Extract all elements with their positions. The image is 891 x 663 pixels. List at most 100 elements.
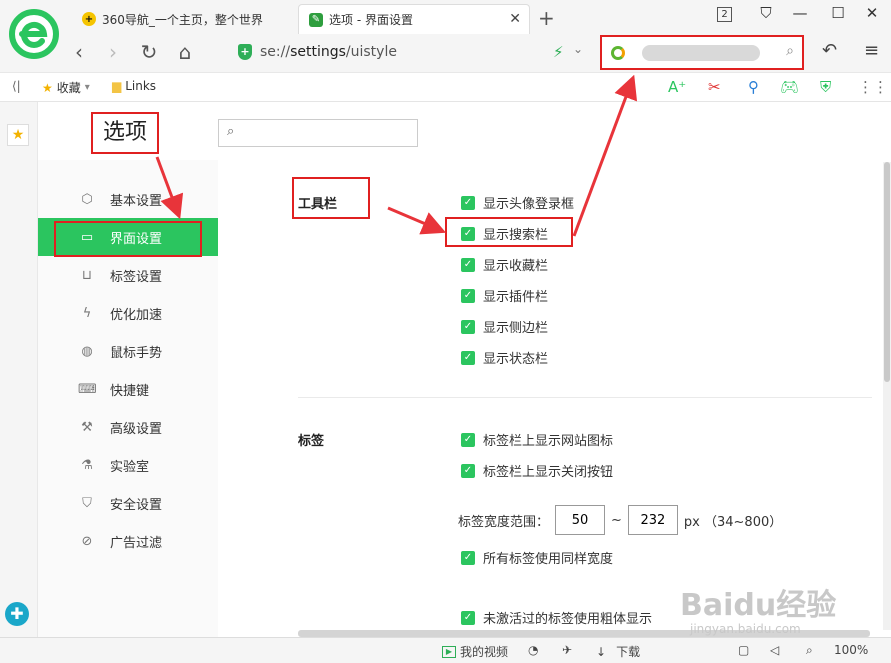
new-tab-button[interactable]: +	[538, 6, 555, 30]
option-show-avatar-login[interactable]: ✓ 显示头像登录框	[461, 193, 574, 212]
annotation-box-search-option	[445, 217, 573, 247]
address-url: se://settings/uistyle	[260, 44, 397, 60]
screenshot-extension-icon[interactable]: ✂	[708, 78, 721, 96]
zoom-level[interactable]: 100%	[834, 643, 868, 657]
nav-item-advanced[interactable]: ⚒ 高级设置	[38, 408, 218, 446]
window-mode-icon[interactable]: ▢	[738, 643, 749, 657]
checkbox-checked-icon[interactable]: ✓	[461, 550, 475, 565]
checkbox-checked-icon[interactable]: ✓	[461, 610, 475, 625]
browser-sidebar: ★ ✚	[0, 102, 38, 637]
scrollbar-thumb[interactable]	[884, 162, 890, 382]
skin-icon[interactable]: ⛉	[754, 4, 778, 22]
undo-close-icon[interactable]: ↶	[822, 40, 837, 61]
tab-count-badge[interactable]: 2	[717, 7, 732, 22]
checkbox-checked-icon[interactable]: ✓	[461, 319, 475, 334]
search-bar[interactable]: ⌕	[600, 35, 804, 70]
download-icon: ↓	[596, 644, 607, 659]
section-divider	[298, 397, 872, 398]
bookmark-links[interactable]: ▆ Links	[112, 79, 156, 93]
menu-icon[interactable]: ≡	[864, 40, 879, 61]
add-sidebar-icon[interactable]: ✚	[5, 602, 29, 626]
translate-extension-icon[interactable]: A⁺	[668, 78, 686, 96]
nav-item-security[interactable]: ⛉ 安全设置	[38, 484, 218, 522]
pin-icon[interactable]: ✈	[562, 643, 572, 657]
close-window-button[interactable]: ✕	[860, 4, 884, 22]
vertical-scrollbar[interactable]	[883, 162, 891, 630]
settings-search-input[interactable]	[245, 122, 413, 144]
more-extensions-icon[interactable]: ⋮⋮	[858, 78, 888, 96]
option-show-plugin-bar[interactable]: ✓ 显示插件栏	[461, 286, 548, 305]
tab-360-nav[interactable]: + 360导航_一个主页，整个世界	[72, 4, 296, 34]
option-show-sidebar[interactable]: ✓ 显示侧边栏	[461, 317, 548, 336]
play-icon: ▶	[442, 645, 456, 658]
option-tab-show-favicon[interactable]: ✓ 标签栏上显示网站图标	[461, 430, 613, 449]
back-button[interactable]: ‹	[66, 40, 92, 64]
wrench-favicon-icon: ✎	[309, 12, 323, 27]
search-icon: ⌕	[227, 124, 235, 139]
nav-item-lab[interactable]: ⚗ 实验室	[38, 446, 218, 484]
sidebar-toggle-icon[interactable]: ⟨|	[12, 79, 21, 93]
tab-width-max-input[interactable]	[627, 505, 678, 535]
checkbox-checked-icon[interactable]: ✓	[461, 350, 475, 365]
nav-item-adblock[interactable]: ⊘ 广告过滤	[38, 522, 218, 560]
option-show-status-bar[interactable]: ✓ 显示状态栏	[461, 348, 548, 367]
search-engine-icon[interactable]	[611, 46, 625, 60]
baidu-watermark-url: jingyan.baidu.com	[690, 622, 801, 636]
sound-icon[interactable]: ◁	[770, 643, 779, 657]
option-tab-show-close[interactable]: ✓ 标签栏上显示关闭按钮	[461, 461, 613, 480]
safe-extension-icon[interactable]: ⛨	[820, 78, 831, 96]
tab-title: 选项 - 界面设置	[329, 13, 413, 27]
download-button[interactable]: ↓ 下载	[596, 643, 640, 660]
speed-mode-icon[interactable]: ⚡	[553, 43, 564, 61]
bookmark-favorites[interactable]: ★ 收藏 ▾	[42, 79, 90, 96]
game-extension-icon[interactable]: 🎮︎	[780, 78, 799, 96]
option-show-favorites-bar[interactable]: ✓ 显示收藏栏	[461, 255, 548, 274]
shield-icon: ⛉	[82, 495, 92, 511]
checkbox-checked-icon[interactable]: ✓	[461, 463, 475, 478]
checkbox-checked-icon[interactable]: ✓	[461, 432, 475, 447]
bookmarks-bar: ⟨| ★ 收藏 ▾ ▆ Links A⁺ ✂ ⚲ 🎮︎ ⛨ ⋮⋮	[0, 72, 891, 102]
secure-shield-icon: +	[238, 44, 252, 60]
block-icon: ⊘	[81, 533, 93, 549]
my-video-button[interactable]: ▶ 我的视频	[442, 643, 508, 660]
close-icon[interactable]: ✕	[509, 11, 521, 27]
baidu-watermark-logo: Baidu经验	[680, 588, 837, 623]
search-extension-icon[interactable]: ⚲	[748, 78, 759, 96]
checkbox-checked-icon[interactable]: ✓	[461, 257, 475, 272]
tab-icon: ⊔	[81, 267, 93, 283]
chevron-down-icon[interactable]: ⌄	[573, 42, 583, 56]
browser-logo-icon	[9, 9, 59, 59]
option-bold-inactive-tabs[interactable]: ✓ 未激活过的标签使用粗体显示	[461, 608, 652, 627]
nav-item-tabs[interactable]: ⊔ 标签设置	[38, 256, 218, 294]
nav-item-shortcuts[interactable]: ⌨ 快捷键	[38, 370, 218, 408]
forward-button[interactable]: ›	[100, 40, 126, 64]
zoom-icon[interactable]: ⌕	[806, 643, 813, 658]
annotation-box-nav	[54, 221, 202, 257]
wrench-icon: ⚒	[81, 419, 93, 435]
settings-search[interactable]: ⌕	[218, 119, 418, 147]
tab-width-min-input[interactable]	[555, 505, 606, 535]
speedup-icon[interactable]: ◔	[528, 643, 538, 657]
page-title: 选项	[91, 112, 159, 154]
refresh-button[interactable]: ↻	[136, 40, 162, 64]
tab-width-unit: px （34~800）	[683, 514, 783, 530]
star-icon[interactable]: ★	[7, 124, 29, 146]
gear-icon: ⬡	[81, 191, 93, 207]
nav-item-basic[interactable]: ⬡ 基本设置	[38, 180, 218, 218]
minimize-button[interactable]: —	[788, 4, 812, 22]
tab-settings[interactable]: ✎ 选项 - 界面设置 ✕	[298, 4, 530, 34]
checkbox-checked-icon[interactable]: ✓	[461, 195, 475, 210]
chevron-down-icon: ▾	[84, 82, 90, 93]
annotation-box-toolbar	[292, 177, 370, 219]
nav-item-mouse[interactable]: ◍ 鼠标手势	[38, 332, 218, 370]
home-button[interactable]: ⌂	[172, 40, 198, 64]
bolt-icon: ϟ	[82, 305, 92, 321]
search-icon[interactable]: ⌕	[786, 43, 794, 59]
maximize-button[interactable]: ☐	[826, 4, 850, 22]
address-bar[interactable]: + se://settings/uistyle	[228, 38, 596, 66]
section-title-tabs: 标签	[298, 434, 325, 449]
nav-item-speed[interactable]: ϟ 优化加速	[38, 294, 218, 332]
checkbox-checked-icon[interactable]: ✓	[461, 288, 475, 303]
option-same-tab-width[interactable]: ✓ 所有标签使用同样宽度	[461, 548, 613, 567]
folder-icon: ▆	[112, 79, 122, 93]
